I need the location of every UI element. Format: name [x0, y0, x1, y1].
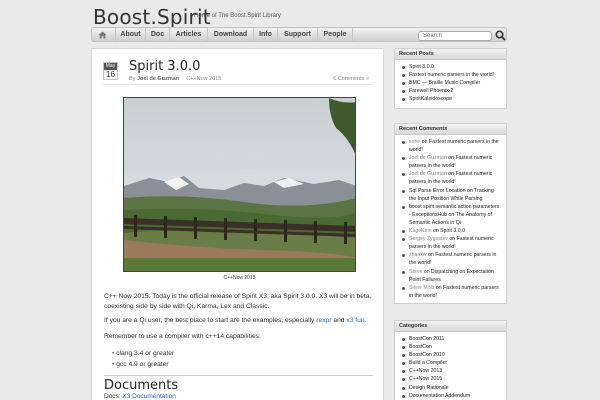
recent-comment-item: Joel de Guzman on Fastest numeric parser… [401, 170, 502, 186]
comment-author[interactable]: Sql Parse Error Location [409, 188, 466, 194]
category-item[interactable]: Build a Compiler [401, 359, 502, 367]
categories-widget: Categories BoostCon 2011 BoostCon BoostC… [394, 320, 507, 400]
comment-author[interactable]: Sergey Zygostev [409, 236, 448, 242]
post-author[interactable]: Joel de Guzman [137, 76, 179, 82]
section-divider [104, 375, 373, 376]
category-item[interactable]: C++Now 2013 [401, 367, 502, 375]
link-rexpr[interactable]: rexpr [316, 317, 331, 324]
recent-comment-item: Steve on Dispatching on Expectation Poin… [401, 268, 502, 284]
post-image [123, 97, 356, 272]
paragraph-text: If you are a Qi user, the best place to … [104, 317, 317, 324]
nav-download[interactable]: Download [207, 28, 253, 41]
category-item[interactable]: BoostCon 2011 [401, 335, 502, 343]
home-icon[interactable] [95, 30, 109, 40]
comment-on: on [447, 211, 456, 218]
recent-comment-item: Sergey Zygostev on Fastest numeric parse… [401, 235, 502, 251]
comment-on: on [422, 268, 431, 275]
post-date-badge: May 16 [103, 62, 118, 80]
recent-post-item[interactable]: Spirit 3.0.0 [401, 63, 502, 71]
recent-comment-item: zhanxw on Fastest numeric parsers in the… [401, 251, 502, 267]
post-month: May [104, 63, 117, 70]
paragraph-text: and [331, 317, 347, 324]
recent-comment-item: Joel de Guzman on Fastest numeric parser… [401, 154, 502, 170]
comment-author[interactable]: Joel de Guzman [409, 171, 447, 177]
post-title[interactable]: Spirit 3.0.0 [129, 59, 200, 74]
recent-post-item[interactable]: BMC — Braille Music Compiler [401, 79, 502, 87]
documents-heading: Documents [104, 378, 179, 393]
category-item[interactable]: Design Rationale [401, 384, 502, 392]
recent-posts-widget: Recent Posts Spirit 3.0.0 Fastest numeri… [394, 48, 507, 110]
comment-on: on [434, 284, 444, 291]
recent-comment-item: KageKirin on Spirit 3.0.0 [401, 227, 502, 235]
recent-post-item[interactable]: SpiritKaleidoscope [401, 95, 502, 103]
category-item[interactable]: Documentation Addendum [401, 392, 502, 400]
image-caption: C++Now 2015 [223, 275, 256, 281]
search-icon[interactable] [494, 29, 506, 41]
comment-post[interactable]: Spirit 3.0.0 [440, 228, 465, 234]
recent-comment-item: Sql Parse Error Location on Tracking the… [401, 187, 502, 203]
post-day: 16 [106, 70, 115, 79]
comment-author[interactable]: Steve [409, 269, 422, 275]
comment-on: on [426, 252, 436, 259]
docs-label: Docs: [104, 393, 123, 400]
post-comments-link[interactable]: 6 Comments » [333, 76, 369, 82]
comment-author[interactable]: Joel de Guzman [409, 155, 447, 161]
widget-title: Categories [395, 321, 506, 332]
paragraph-text: . [364, 317, 367, 324]
comment-on: on [420, 139, 429, 145]
widget-title: Recent Posts [395, 49, 506, 60]
page: Boost.Spirit Home of The Boost.Spirit Li… [0, 0, 600, 400]
search-input[interactable] [418, 31, 492, 41]
link-x3-fun[interactable]: x3 fun [346, 317, 364, 324]
comment-author[interactable]: KageKirin [409, 228, 432, 234]
recent-comment-item: sehe on Fastest numeric parsers in the w… [401, 138, 502, 154]
category-item[interactable]: C++Now 2015 [401, 375, 502, 383]
comment-on: on [465, 187, 475, 194]
docs-link[interactable]: X3 Documentation [122, 393, 175, 400]
category-item[interactable]: BoostCon 2010 [401, 351, 502, 359]
comment-on: on [431, 228, 441, 235]
post-paragraph-2: If you are a Qi user, the best place to … [104, 316, 379, 326]
recent-post-item[interactable]: Fastest numeric parsers in the world! [401, 71, 502, 79]
compiler-list: clang 3.4 or greater gcc 4.9 or greater [112, 348, 174, 370]
recent-post-item[interactable]: Farewell Phoenix-2 [401, 87, 502, 95]
nav-articles[interactable]: Articles [169, 28, 207, 41]
post-meta: By Joel de Guzman C++Now 2015 [129, 76, 221, 82]
widget-title: Recent Comments [395, 124, 506, 135]
by-label: By [129, 76, 136, 82]
nav-people[interactable]: People [317, 28, 353, 41]
post-paragraph-1: C++ Now 2015: Today is the official rele… [104, 293, 372, 310]
recent-comment-item: Silver Möls on Fastest numeric parsers i… [401, 284, 502, 300]
list-item: gcc 4.9 or greater [112, 359, 174, 370]
docs-line: Docs: X3 Documentation [104, 393, 176, 400]
meta-divider [103, 84, 373, 85]
nav-about[interactable]: About [115, 28, 145, 41]
site-tagline: Home of The Boost.Spirit Library [194, 13, 281, 19]
post-category[interactable]: C++Now 2015 [186, 76, 221, 82]
comment-on: on [447, 236, 457, 243]
post-paragraph-3: Remember to use a compiler with c++14 ca… [104, 333, 261, 340]
comment-author[interactable]: zhanxw [409, 252, 427, 258]
recent-comments-widget: Recent Comments sehe on Fastest numeric … [394, 123, 507, 304]
comment-author[interactable]: sehe [409, 139, 420, 145]
category-item[interactable]: BoostCon [401, 343, 502, 351]
recent-comment-item: boost spirit semantic action parameters … [401, 203, 502, 227]
nav-support[interactable]: Support [277, 28, 317, 41]
post-content: May 16 Spirit 3.0.0 By Joel de Guzman C+… [91, 48, 384, 400]
comment-author[interactable]: Silver Möls [409, 285, 434, 291]
nav-doc[interactable]: Doc [145, 28, 169, 41]
nav-info[interactable]: Info [253, 28, 277, 41]
list-item: clang 3.4 or greater [112, 348, 174, 359]
